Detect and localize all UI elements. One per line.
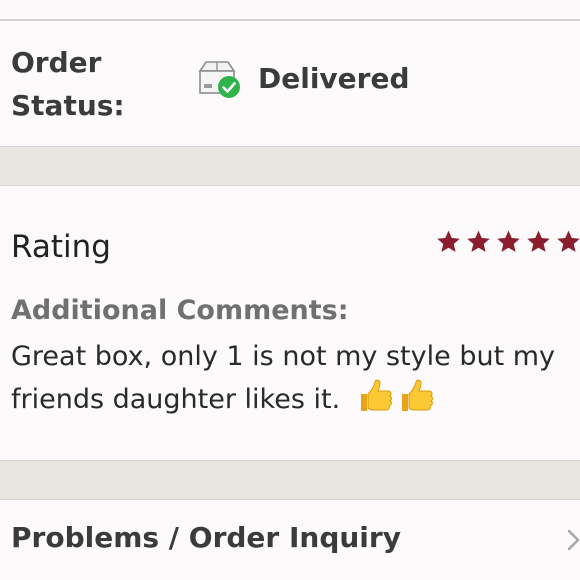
star-icon [467,230,490,252]
star-icon [557,230,580,252]
comment-text: Great box, only 1 is not my style but my… [11,341,556,415]
thumbs-up-icon [355,378,437,427]
box-delivered-icon [198,61,240,98]
star-icon [497,230,520,252]
comment-body: Great box, only 1 is not my style but my… [11,335,580,427]
star-icon [437,230,460,252]
additional-comments-label: Additional Comments: [11,295,349,326]
problems-order-inquiry-label[interactable]: Problems / Order Inquiry [11,521,401,554]
star-icon [527,230,550,252]
section-separator [0,460,580,500]
section-separator [0,146,580,186]
chevron-right-icon[interactable] [566,525,580,555]
star-rating [436,229,580,259]
order-detail-page: Order Status: Delivered Rating Additiona… [0,0,580,580]
status-text: Delivered [258,62,410,95]
rating-title: Rating [11,229,111,265]
order-status-label: Order Status: [11,46,125,122]
